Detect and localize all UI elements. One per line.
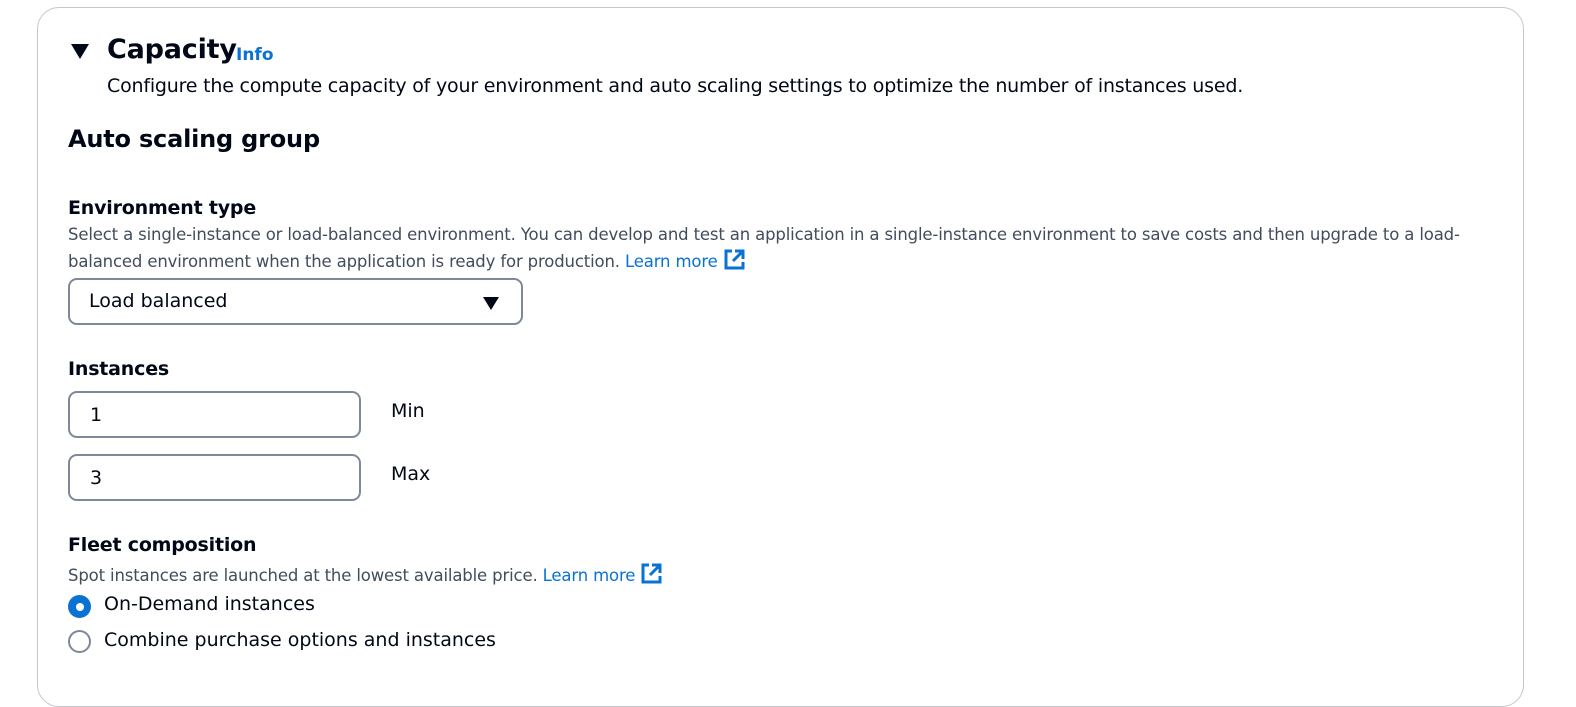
caret-down-icon [483,297,499,310]
instances-max-label: Max [391,463,431,485]
instances-min-value: 1 [90,404,103,426]
section-title: Capacity [107,34,237,65]
info-link[interactable]: Info [236,45,274,65]
environment-type-help-text: balanced environment when the applicatio… [68,252,620,271]
environment-type-help-line2: balanced environment when the applicatio… [68,249,745,271]
environment-type-learn-more-link[interactable]: Learn more [625,249,745,271]
instances-max-input[interactable]: 3 [68,454,361,501]
external-link-icon [724,249,745,270]
radio-combine-purchase[interactable] [68,630,91,653]
fleet-composition-label: Fleet composition [68,534,257,556]
environment-type-label: Environment type [68,197,257,219]
environment-type-help-line1: Select a single-instance or load-balance… [68,225,1460,244]
fleet-composition-learn-more-link[interactable]: Learn more [543,563,663,585]
radio-on-demand[interactable] [68,595,91,618]
radio-combine-purchase-label[interactable]: Combine purchase options and instances [104,629,496,651]
external-link-icon [641,563,662,584]
instances-min-input[interactable]: 1 [68,391,361,438]
collapse-caret-icon[interactable] [71,44,89,59]
fleet-composition-help-text: Spot instances are launched at the lowes… [68,566,538,585]
section-description: Configure the compute capacity of your e… [107,75,1244,97]
instances-max-value: 3 [90,467,103,489]
instances-min-label: Min [391,400,425,422]
auto-scaling-group-heading: Auto scaling group [68,125,320,153]
capacity-panel: Capacity Info Configure the compute capa… [37,7,1524,707]
environment-type-select[interactable]: Load balanced [68,278,523,325]
environment-type-selected-value: Load balanced [89,290,228,312]
radio-on-demand-label[interactable]: On-Demand instances [104,593,315,615]
instances-label: Instances [68,358,169,380]
fleet-composition-help: Spot instances are launched at the lowes… [68,563,662,585]
